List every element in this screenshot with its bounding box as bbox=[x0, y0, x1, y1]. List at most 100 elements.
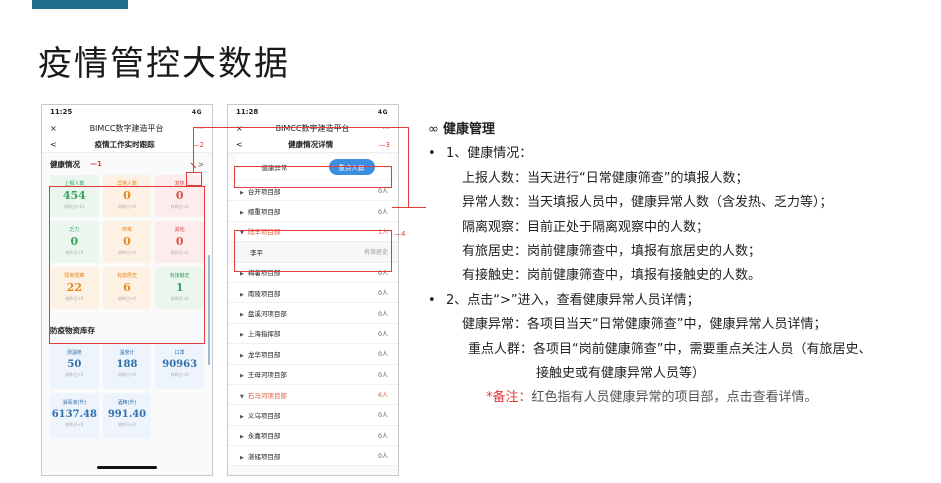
status-bar: 11:25 4G bbox=[42, 105, 212, 119]
project-row[interactable]: ▶ 湛储项目部 0人 bbox=[228, 446, 398, 467]
notes-remark: *备注：红色指有人员健康异常的项目部，点击查看详情。 bbox=[428, 386, 933, 410]
caret-right-icon: ▶ bbox=[240, 413, 244, 420]
project-row[interactable]: ▶ 龙华项目部 0人 bbox=[228, 344, 398, 365]
detail-chevron-icon[interactable]: > bbox=[198, 160, 204, 169]
nav-title: 疫情工作实时跟踪 bbox=[94, 140, 155, 149]
more-icon[interactable]: ··· bbox=[382, 124, 390, 133]
caret-right-icon: ▶ bbox=[240, 454, 244, 461]
close-icon[interactable]: × bbox=[50, 124, 57, 133]
notes-item-text: 2、点击“>”进入，查看健康异常人员详情； bbox=[446, 292, 700, 308]
nav-bar: < 疫情工作实时跟踪 —2 bbox=[42, 137, 212, 153]
caret-right-icon: ▶ bbox=[240, 189, 244, 196]
notes-line: 健康异常：各项目当天“日常健康筛查”中，健康异常人员详情； bbox=[462, 317, 827, 333]
status-bar: 11:28 4G bbox=[228, 105, 398, 119]
stat-label: 测温枪 bbox=[66, 350, 82, 356]
project-row[interactable]: ▶ 义乌项目部 0人 bbox=[228, 405, 398, 426]
notes-item-text: 1、健康情况： bbox=[446, 146, 533, 162]
project-count: 0人 bbox=[378, 290, 388, 298]
notes-panel: ∞ 健康管理 • 1、健康情况： 上报人数：当天进行“日常健康筛查”的填报人数；… bbox=[428, 118, 933, 411]
status-time: 11:28 bbox=[236, 108, 259, 116]
app-bar: × BIMCC数字建造平台 ··· bbox=[228, 119, 398, 137]
caret-right-icon: ▶ bbox=[240, 332, 244, 339]
back-icon[interactable]: < bbox=[50, 140, 57, 149]
nav-title: 健康情况详情 bbox=[288, 140, 334, 149]
slide-title: 疫情管控大数据 bbox=[38, 44, 290, 84]
supply-stats-grid: 测温枪 50 较昨日+0 温度计 188 较昨日+0 口罩 90963 较昨日+0 消毒液(升) 6… bbox=[50, 343, 204, 439]
project-count: 0人 bbox=[378, 351, 388, 359]
project-name: 湛储项目部 bbox=[247, 452, 281, 461]
bullet-icon: • bbox=[428, 146, 436, 162]
scrollbar[interactable] bbox=[208, 255, 210, 365]
stat-delta: 较昨日+0 bbox=[118, 422, 136, 427]
stat-delta: 较昨日+0 bbox=[170, 372, 189, 377]
connector-line bbox=[392, 207, 426, 208]
stat-value: 50 bbox=[67, 359, 82, 370]
caret-right-icon: ▶ bbox=[240, 434, 244, 441]
remark-label: *备注： bbox=[486, 390, 532, 406]
project-list: ▶ 台开项目部 0人 ▶ 缙重项目部 0人 ▼ 陆丰项目部 1人 李平 有旅居史 ▶ 梅薯项目部 0人 ▶ 南… bbox=[228, 181, 398, 467]
supply-stat-card[interactable]: 消毒液(升) 6137.48 较昨日+0 bbox=[50, 393, 99, 439]
stat-label: 口罩 bbox=[174, 350, 185, 356]
project-count: 0人 bbox=[378, 453, 388, 461]
project-row[interactable]: ▶ 盘溪河项目部 0人 bbox=[228, 303, 398, 324]
status-time: 11:25 bbox=[50, 108, 73, 116]
stat-value: 6137.48 bbox=[51, 409, 97, 420]
row-left: ▶ 湛储项目部 bbox=[240, 451, 280, 461]
notes-line: 隔离观察：目前正处于隔离观察中的人数； bbox=[462, 219, 710, 235]
app-bar: × BIMCC数字建造平台 ··· bbox=[42, 119, 212, 137]
project-row[interactable]: ▶ 缙重项目部 0人 bbox=[228, 201, 398, 222]
status-signal: 4G bbox=[377, 108, 388, 116]
marker-2: —2 bbox=[192, 140, 204, 149]
notes-line: 有旅居史：岗前健康筛查中，填报有旅居史的人数； bbox=[462, 244, 762, 260]
home-indicator bbox=[97, 466, 157, 469]
app-title: BIMCC数字建造平台 bbox=[275, 123, 350, 133]
project-name: 上海指挥部 bbox=[247, 330, 281, 339]
remark-text: 红色指有人员健康异常的项目部，点击查看详情。 bbox=[531, 390, 818, 406]
link-icon: ∞ bbox=[428, 122, 439, 137]
row-left: ▶ 盘溪河项目部 bbox=[240, 308, 287, 318]
supply-stat-card[interactable]: 温度计 188 较昨日+0 bbox=[102, 343, 152, 389]
stat-label: 酒精(升) bbox=[117, 400, 137, 406]
nav-bar: < 健康情况详情 —3 bbox=[228, 137, 398, 153]
project-row[interactable]: ▶ 南陵项目部 0人 bbox=[228, 283, 398, 304]
notes-line: 重点人群：各项目“岗前健康筛查”中，需要重点关注人员（有旅居史、 bbox=[468, 341, 872, 357]
stat-label: 温度计 bbox=[119, 350, 135, 356]
status-signal: 4G bbox=[191, 108, 202, 116]
project-count: 0人 bbox=[378, 432, 388, 440]
back-icon[interactable]: < bbox=[236, 140, 243, 149]
notes-heading-text: 健康管理 bbox=[442, 122, 495, 137]
project-row[interactable]: ▶ 王母河项目部 0人 bbox=[228, 365, 398, 385]
project-name: 台开项目部 bbox=[247, 187, 281, 196]
project-row[interactable]: ▶ 上海指挥部 0人 bbox=[228, 324, 398, 345]
caret-right-icon: ▶ bbox=[240, 312, 244, 319]
project-row[interactable]: ▶ 永嘉项目部 0人 bbox=[228, 426, 398, 447]
row-left: ▶ 龙华项目部 bbox=[240, 349, 280, 359]
supply-stat-card[interactable]: 口罩 90963 较昨日+0 bbox=[155, 343, 204, 389]
supply-stat-card[interactable]: 测温枪 50 较昨日+0 bbox=[50, 343, 99, 389]
project-name: 永嘉项目部 bbox=[247, 432, 281, 441]
close-icon[interactable]: × bbox=[236, 124, 243, 133]
stat-delta: 较昨日+0 bbox=[65, 372, 84, 377]
supply-stat-card[interactable]: 酒精(升) 991.40 较昨日+0 bbox=[102, 393, 152, 439]
caret-right-icon: ▶ bbox=[240, 373, 244, 380]
more-icon[interactable]: ··· bbox=[196, 124, 204, 133]
project-name: 龙华项目部 bbox=[247, 350, 281, 359]
notes-heading: ∞ 健康管理 bbox=[428, 118, 933, 142]
project-name: 缙重项目部 bbox=[247, 208, 281, 217]
project-name: 王母河项目部 bbox=[247, 371, 287, 380]
caret-right-icon: ▶ bbox=[240, 271, 244, 278]
highlight-box-arrow bbox=[186, 172, 202, 186]
row-left: ▶ 义乌项目部 bbox=[240, 410, 280, 420]
project-row[interactable]: ▼ 石马河项目部 6人 bbox=[228, 385, 398, 406]
stat-label: 消毒液(升) bbox=[62, 400, 87, 406]
project-name: 义乌项目部 bbox=[247, 411, 281, 420]
highlight-box-tabs bbox=[234, 166, 392, 188]
connector-line bbox=[193, 127, 408, 128]
health-section-title: 健康情况 bbox=[50, 159, 80, 169]
caret-right-icon: ▶ bbox=[240, 352, 244, 359]
stat-delta: 较昨日+0 bbox=[65, 422, 84, 427]
row-left: ▶ 缙重项目部 bbox=[240, 206, 280, 216]
bullet-icon: • bbox=[428, 292, 436, 308]
project-count: 6人 bbox=[378, 392, 388, 400]
notes-line: 异常人数：当天填报人员中，健康异常人数（含发热、乏力等）； bbox=[462, 195, 833, 211]
